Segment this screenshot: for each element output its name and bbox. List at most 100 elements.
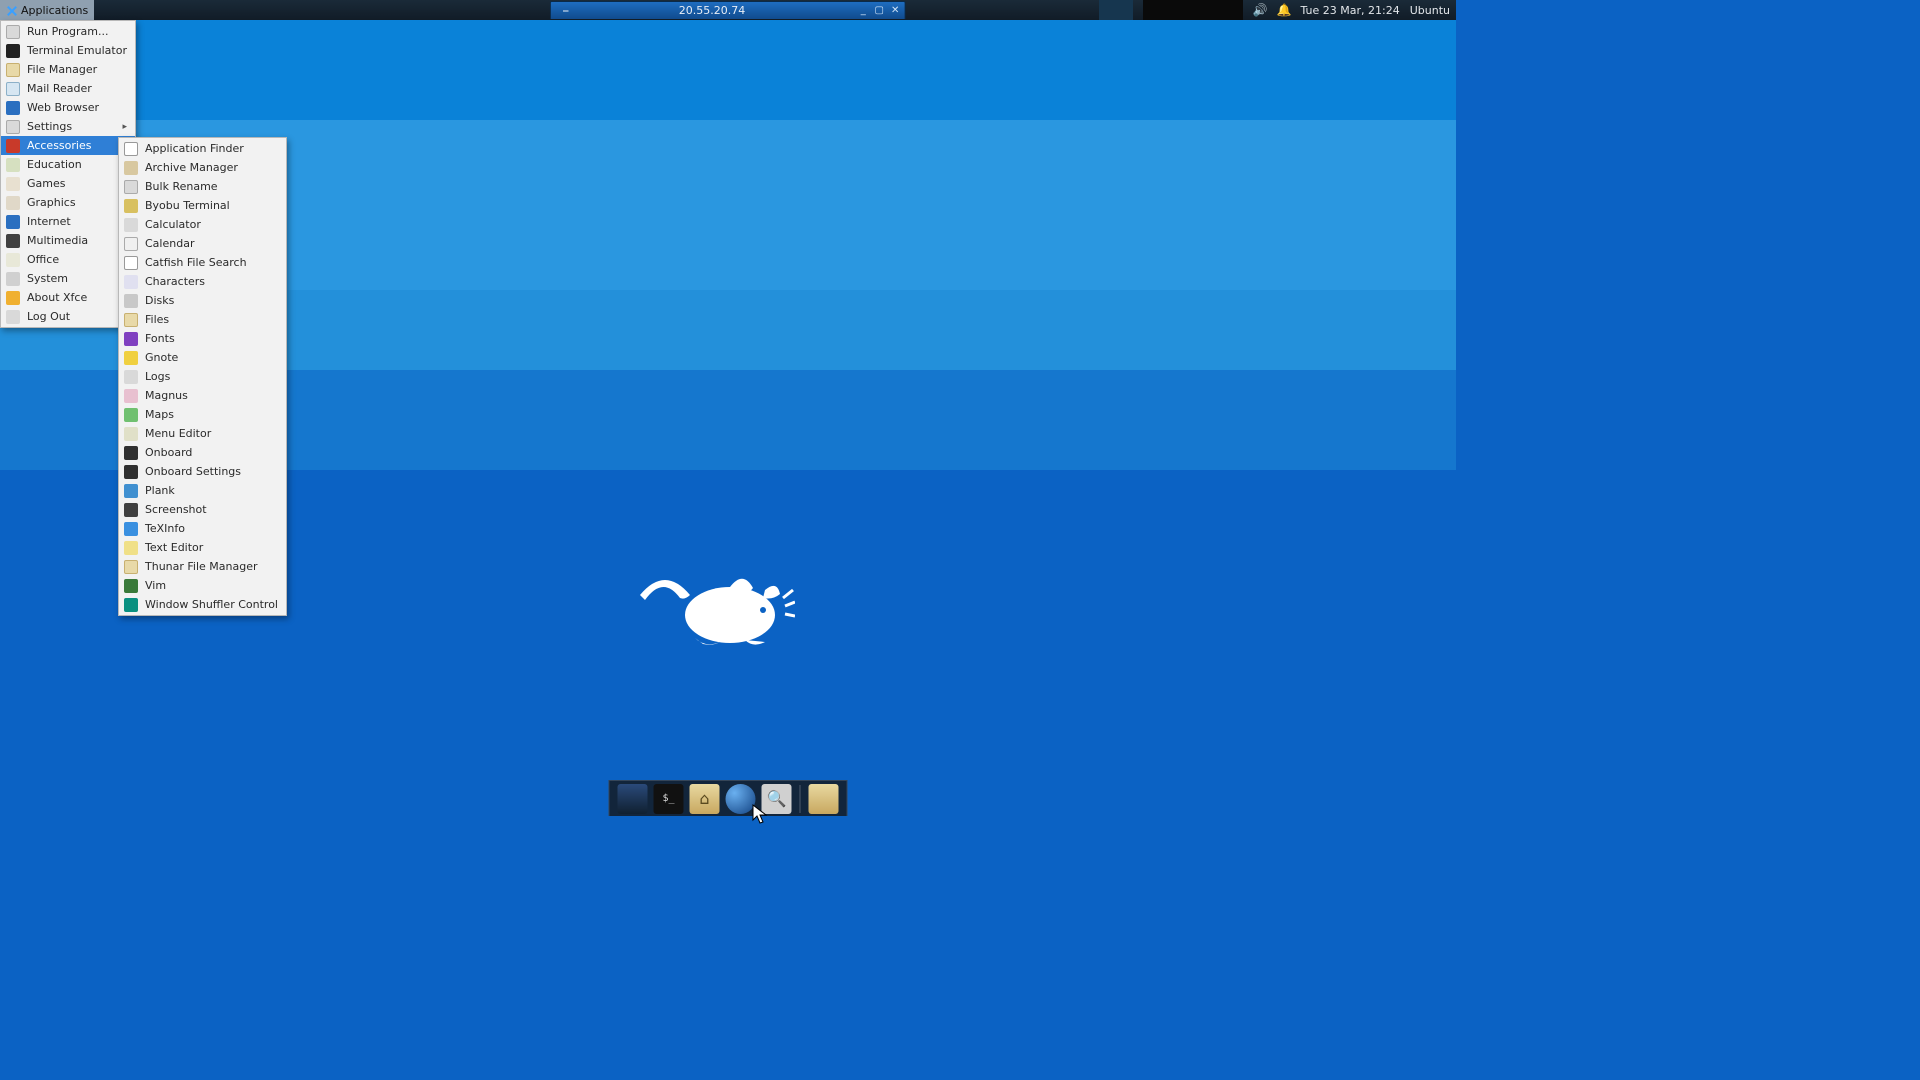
window-close-button[interactable]: ✕ bbox=[889, 5, 901, 17]
screenshot-icon bbox=[124, 503, 138, 517]
menu-item-graphics[interactable]: Graphics▸ bbox=[1, 193, 135, 212]
bottom-dock: $_⌂ 🔍 bbox=[609, 780, 848, 816]
dock-show-desktop[interactable] bbox=[618, 784, 648, 814]
submenu-item-magnus[interactable]: Magnus bbox=[119, 386, 286, 405]
menu-item-web-browser[interactable]: Web Browser bbox=[1, 98, 135, 117]
submenu-item-logs[interactable]: Logs bbox=[119, 367, 286, 386]
menu-item-label: Log Out bbox=[27, 310, 127, 323]
submenu-item-onboard-settings[interactable]: Onboard Settings bbox=[119, 462, 286, 481]
submenu-item-label: Calculator bbox=[145, 218, 278, 231]
files-icon bbox=[124, 313, 138, 327]
submenu-item-archive-manager[interactable]: Archive Manager bbox=[119, 158, 286, 177]
submenu-item-characters[interactable]: Characters bbox=[119, 272, 286, 291]
submenu-item-disks[interactable]: Disks bbox=[119, 291, 286, 310]
submenu-item-gnote[interactable]: Gnote bbox=[119, 348, 286, 367]
calendar-icon bbox=[124, 237, 138, 251]
menu-item-label: Terminal Emulator bbox=[27, 44, 127, 57]
submenu-item-fonts[interactable]: Fonts bbox=[119, 329, 286, 348]
dock-web-browser[interactable] bbox=[726, 784, 756, 814]
submenu-item-texinfo[interactable]: TeXInfo bbox=[119, 519, 286, 538]
top-panel: Applications ⎯ 20.55.20.74 _ ▢ ✕ 🔊 🔔 Tue… bbox=[0, 0, 1456, 20]
menu-item-accessories[interactable]: Accessories▸ bbox=[1, 136, 135, 155]
menu-item-mail-reader[interactable]: Mail Reader bbox=[1, 79, 135, 98]
dock-app-finder[interactable]: 🔍 bbox=[762, 784, 792, 814]
vim-icon bbox=[124, 579, 138, 593]
submenu-item-menu-editor[interactable]: Menu Editor bbox=[119, 424, 286, 443]
run-program-icon bbox=[6, 25, 20, 39]
submenu-item-label: Disks bbox=[145, 294, 278, 307]
menu-item-label: Education bbox=[27, 158, 109, 171]
clock[interactable]: Tue 23 Mar, 21:24 bbox=[1301, 4, 1400, 17]
xfce-logo-icon bbox=[6, 5, 17, 16]
submenu-item-label: Onboard bbox=[145, 446, 278, 459]
panel-spacer bbox=[1143, 0, 1243, 20]
window-maximize-button[interactable]: ▢ bbox=[873, 5, 885, 17]
menu-item-label: Multimedia bbox=[27, 234, 109, 247]
window-minimize-button[interactable]: _ bbox=[857, 5, 869, 17]
catfish-file-search-icon bbox=[124, 256, 138, 270]
multimedia-icon bbox=[6, 234, 20, 248]
submenu-item-label: Gnote bbox=[145, 351, 278, 364]
dock-user-folder[interactable] bbox=[809, 784, 839, 814]
submenu-item-label: Application Finder bbox=[145, 142, 278, 155]
submenu-item-calculator[interactable]: Calculator bbox=[119, 215, 286, 234]
menu-item-run-program[interactable]: Run Program... bbox=[1, 22, 135, 41]
volume-icon[interactable]: 🔊 bbox=[1253, 3, 1267, 17]
logs-icon bbox=[124, 370, 138, 384]
education-icon bbox=[6, 158, 20, 172]
window-shuffler-control-icon bbox=[124, 598, 138, 612]
submenu-item-bulk-rename[interactable]: Bulk Rename bbox=[119, 177, 286, 196]
menu-item-file-manager[interactable]: File Manager bbox=[1, 60, 135, 79]
submenu-item-onboard[interactable]: Onboard bbox=[119, 443, 286, 462]
submenu-item-window-shuffler-control[interactable]: Window Shuffler Control bbox=[119, 595, 286, 614]
dock-terminal[interactable]: $_ bbox=[654, 784, 684, 814]
submenu-item-label: Window Shuffler Control bbox=[145, 598, 278, 611]
submenu-item-label: Plank bbox=[145, 484, 278, 497]
submenu-item-catfish-file-search[interactable]: Catfish File Search bbox=[119, 253, 286, 272]
menu-item-log-out[interactable]: Log Out bbox=[1, 307, 135, 326]
file-manager-icon bbox=[6, 63, 20, 77]
menu-item-label: System bbox=[27, 272, 109, 285]
games-icon bbox=[6, 177, 20, 191]
applications-menu: Run Program... Terminal Emulator File Mana… bbox=[0, 20, 136, 328]
gnote-icon bbox=[124, 351, 138, 365]
applications-menu-button[interactable]: Applications bbox=[0, 0, 94, 20]
submenu-item-text-editor[interactable]: Text Editor bbox=[119, 538, 286, 557]
submenu-item-label: Screenshot bbox=[145, 503, 278, 516]
dock-file-manager[interactable]: ⌂ bbox=[690, 784, 720, 814]
submenu-item-thunar-file-manager[interactable]: Thunar File Manager bbox=[119, 557, 286, 576]
submenu-item-label: Onboard Settings bbox=[145, 465, 278, 478]
submenu-item-vim[interactable]: Vim bbox=[119, 576, 286, 595]
submenu-item-label: Calendar bbox=[145, 237, 278, 250]
menu-item-games[interactable]: Games▸ bbox=[1, 174, 135, 193]
plank-icon bbox=[124, 484, 138, 498]
menu-item-internet[interactable]: Internet▸ bbox=[1, 212, 135, 231]
submenu-item-plank[interactable]: Plank bbox=[119, 481, 286, 500]
menu-item-terminal-emulator[interactable]: Terminal Emulator bbox=[1, 41, 135, 60]
menu-item-education[interactable]: Education▸ bbox=[1, 155, 135, 174]
submenu-item-maps[interactable]: Maps bbox=[119, 405, 286, 424]
magnus-icon bbox=[124, 389, 138, 403]
about-xfce-icon bbox=[6, 291, 20, 305]
menu-item-label: Games bbox=[27, 177, 109, 190]
user-menu[interactable]: Ubuntu bbox=[1410, 4, 1452, 17]
menu-item-system[interactable]: System▸ bbox=[1, 269, 135, 288]
text-editor-icon bbox=[124, 541, 138, 555]
submenu-item-files[interactable]: Files bbox=[119, 310, 286, 329]
menu-item-multimedia[interactable]: Multimedia▸ bbox=[1, 231, 135, 250]
menu-item-about-xfce[interactable]: About Xfce bbox=[1, 288, 135, 307]
accessories-icon bbox=[6, 139, 20, 153]
window-titlebar[interactable]: ⎯ 20.55.20.74 _ ▢ ✕ bbox=[550, 1, 906, 19]
submenu-item-label: Fonts bbox=[145, 332, 278, 345]
submenu-item-byobu-terminal[interactable]: Byobu Terminal bbox=[119, 196, 286, 215]
submenu-item-application-finder[interactable]: Application Finder bbox=[119, 139, 286, 158]
menu-item-office[interactable]: Office▸ bbox=[1, 250, 135, 269]
applications-menu-label: Applications bbox=[21, 4, 88, 17]
menu-item-settings[interactable]: Settings▸ bbox=[1, 117, 135, 136]
submenu-item-screenshot[interactable]: Screenshot bbox=[119, 500, 286, 519]
notifications-icon[interactable]: 🔔 bbox=[1277, 3, 1291, 17]
submenu-item-calendar[interactable]: Calendar bbox=[119, 234, 286, 253]
menu-item-label: Settings bbox=[27, 120, 109, 133]
window-prev-icon[interactable]: ⎯ bbox=[559, 4, 573, 18]
submenu-item-label: Byobu Terminal bbox=[145, 199, 278, 212]
